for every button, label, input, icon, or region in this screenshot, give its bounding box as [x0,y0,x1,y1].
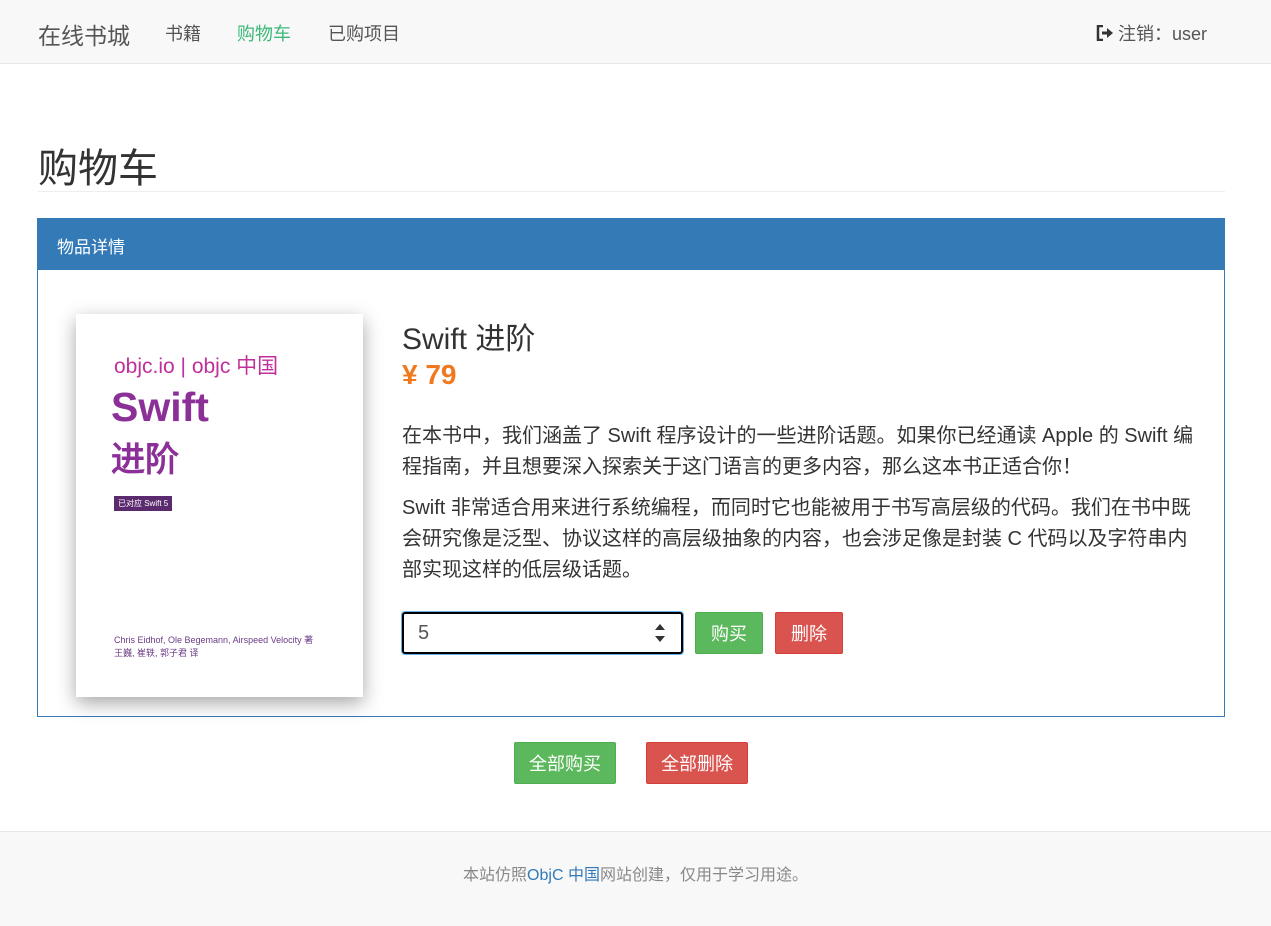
cover-title-line1: Swift [111,384,209,430]
cart-item-panel: 物品详情 objc.io | objc 中国 Swift 进阶 已对应 Swif… [37,218,1225,717]
buy-button[interactable]: 购买 [695,612,763,654]
footer-suffix: 网站创建，仅用于学习用途。 [599,867,808,884]
logout-icon [1096,25,1113,41]
cover-authors-line1: Chris Eidhof, Ole Begemann, Airspeed Vel… [114,635,314,645]
quantity-value: 5 [418,622,430,644]
footer: 本站仿照ObjC 中国网站创建，仅用于学习用途。 [0,831,1271,926]
cover-authors-line2: 王巍, 崔轶, 郭子君 译 [114,648,199,658]
nav-cart[interactable]: 购物车 [237,20,291,46]
brand-link[interactable]: 在线书城 [38,17,130,51]
cover-authors: Chris Eidhof, Ole Begemann, Airspeed Vel… [114,634,354,660]
book-title: Swift 进阶 [402,323,536,356]
spinner-arrows-icon[interactable] [653,624,667,642]
navbar: 在线书城 书籍 购物车 已购项目 注销：user [0,0,1271,64]
cover-badge: 已对应 Swift 5 [114,496,173,511]
delete-button[interactable]: 删除 [775,612,843,654]
buy-all-button[interactable]: 全部购买 [514,742,616,784]
cover-site-text: objc.io | objc 中国 [114,355,279,378]
panel-heading: 物品详情 [38,219,1224,270]
footer-prefix: 本站仿照 [463,867,528,884]
nav-purchased[interactable]: 已购项目 [328,20,400,46]
book-cover-image: objc.io | objc 中国 Swift 进阶 已对应 Swift 5 C… [76,314,363,697]
book-description-1: 在本书中，我们涵盖了 Swift 程序设计的一些进阶话题。如果你已经通读 App… [402,425,1194,478]
quantity-stepper[interactable]: 5 [401,611,684,655]
footer-objc-link[interactable]: ObjC 中国 [527,867,600,884]
logout-link[interactable]: 注销：user [1096,20,1207,46]
delete-all-button[interactable]: 全部删除 [646,742,748,784]
cover-title-line2: 进阶 [111,441,179,479]
book-description-2: Swift 非常适合用来进行系统编程，而同时它也能被用于书写高层级的代码。我们在… [402,497,1191,581]
nav-books[interactable]: 书籍 [165,20,201,46]
title-divider [38,191,1225,192]
book-price: ¥ 79 [402,359,457,390]
logout-label: 注销：user [1117,24,1207,44]
page-title: 购物车 [38,147,158,191]
